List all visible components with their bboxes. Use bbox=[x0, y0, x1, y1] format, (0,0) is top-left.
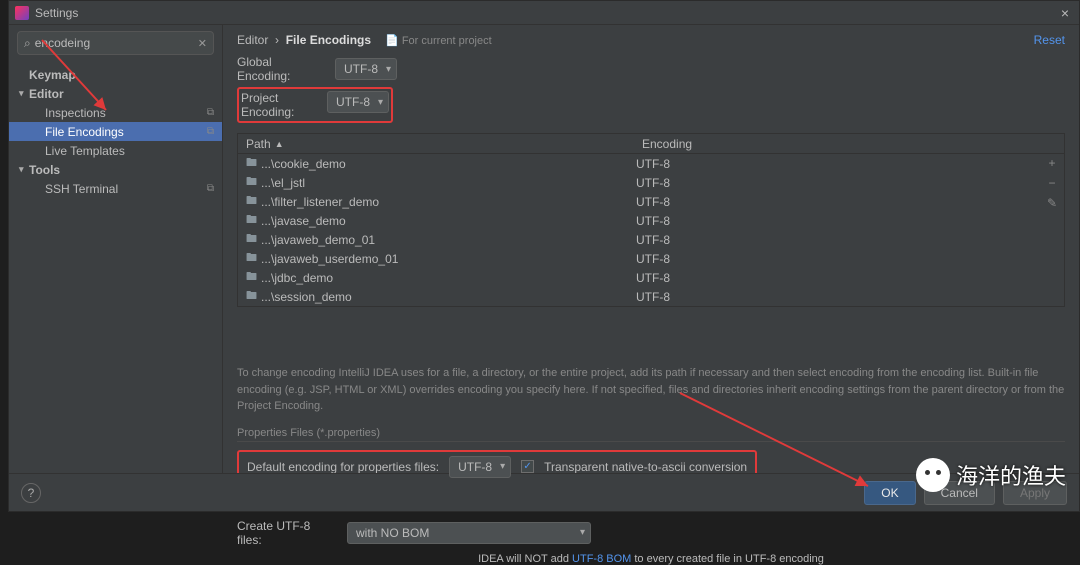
app-icon bbox=[15, 6, 29, 20]
add-icon[interactable]: + bbox=[1048, 156, 1055, 170]
search-input[interactable] bbox=[35, 36, 198, 50]
sort-asc-icon: ▲ bbox=[275, 139, 284, 149]
folder-icon: 🖿 bbox=[246, 173, 257, 192]
table-row[interactable]: 🖿...\javaweb_demo_01UTF-8 bbox=[238, 230, 1040, 249]
wechat-icon bbox=[916, 458, 950, 492]
properties-section-title: Properties Files (*.properties) bbox=[237, 427, 1065, 442]
search-box[interactable]: ⌕ ✕ bbox=[17, 31, 214, 55]
transparent-ascii-checkbox[interactable]: ✓ bbox=[521, 460, 534, 473]
col-path[interactable]: Path ▲ bbox=[238, 137, 634, 151]
help-button[interactable]: ? bbox=[21, 483, 41, 503]
edit-icon[interactable]: ✎ bbox=[1047, 196, 1057, 210]
project-encoding-highlight: Project Encoding: UTF-8 bbox=[237, 87, 393, 123]
table-toolbar: + − ✎ bbox=[1040, 154, 1064, 306]
remove-icon[interactable]: − bbox=[1048, 176, 1055, 190]
prop-encoding-combo[interactable]: UTF-8 bbox=[449, 456, 511, 478]
sidebar-item-live-templates[interactable]: Live Templates bbox=[9, 141, 222, 160]
folder-icon: 🖿 bbox=[246, 230, 257, 249]
dialog-title: Settings bbox=[35, 6, 78, 20]
col-encoding[interactable]: Encoding bbox=[634, 137, 1040, 151]
folder-icon: 🖿 bbox=[246, 268, 257, 287]
bom-combo[interactable]: with NO BOM bbox=[347, 522, 591, 544]
table-row[interactable]: 🖿...\jdbc_demoUTF-8 bbox=[238, 268, 1040, 287]
search-icon: ⌕ bbox=[24, 36, 31, 51]
table-row[interactable]: 🖿...\javase_demoUTF-8 bbox=[238, 211, 1040, 230]
close-icon[interactable]: × bbox=[1057, 5, 1073, 21]
table-row[interactable]: 🖿...\javaweb_userdemo_01UTF-8 bbox=[238, 249, 1040, 268]
sidebar-item-inspections[interactable]: Inspections⧉ bbox=[9, 103, 222, 122]
reset-link[interactable]: Reset bbox=[1034, 33, 1065, 47]
table-row[interactable]: 🖿...\filter_listener_demoUTF-8 bbox=[238, 192, 1040, 211]
table-row[interactable]: 🖿...\el_jstlUTF-8 bbox=[238, 173, 1040, 192]
watermark: 海洋的渔夫 bbox=[916, 458, 1066, 492]
bom-label: Create UTF-8 files: bbox=[237, 519, 337, 547]
sidebar-item-keymap[interactable]: Keymap bbox=[9, 65, 222, 84]
global-encoding-combo[interactable]: UTF-8 bbox=[335, 58, 397, 80]
settings-dialog: Settings × ⌕ ✕ Keymap▾EditorInspections⧉… bbox=[8, 0, 1080, 512]
encoding-table: Path ▲ Encoding 🖿...\cookie_demoUTF-8🖿..… bbox=[237, 133, 1065, 307]
sidebar-item-tools[interactable]: ▾Tools bbox=[9, 160, 222, 179]
breadcrumb: Editor › File Encodings bbox=[237, 33, 371, 47]
content-panel: Editor › File Encodings 📄 For current pr… bbox=[223, 25, 1079, 473]
prop-encoding-label: Default encoding for properties files: bbox=[247, 460, 439, 474]
sidebar-item-file-encodings[interactable]: File Encodings⧉ bbox=[9, 122, 222, 141]
project-icon: ⧉ bbox=[207, 183, 214, 194]
folder-icon: 🖿 bbox=[246, 154, 257, 173]
table-row[interactable]: 🖿...\session_demoUTF-8 bbox=[238, 287, 1040, 306]
global-encoding-label: Global Encoding: bbox=[237, 55, 327, 83]
transparent-ascii-label: Transparent native-to-ascii conversion bbox=[544, 460, 747, 474]
sidebar: ⌕ ✕ Keymap▾EditorInspections⧉File Encodi… bbox=[9, 25, 223, 473]
titlebar: Settings × bbox=[9, 1, 1079, 25]
folder-icon: 🖿 bbox=[246, 211, 257, 230]
ok-button[interactable]: OK bbox=[864, 481, 915, 505]
settings-tree: Keymap▾EditorInspections⧉File Encodings⧉… bbox=[9, 61, 222, 473]
sidebar-item-editor[interactable]: ▾Editor bbox=[9, 84, 222, 103]
utf8-bom-link[interactable]: UTF-8 BOM bbox=[572, 553, 631, 565]
folder-icon: 🖿 bbox=[246, 192, 257, 211]
help-text: To change encoding IntelliJ IDEA uses fo… bbox=[237, 365, 1065, 415]
project-icon: ⧉ bbox=[207, 126, 214, 137]
table-row[interactable]: 🖿...\cookie_demoUTF-8 bbox=[238, 154, 1040, 173]
for-current-project: 📄 For current project bbox=[385, 34, 492, 47]
bom-note: IDEA will NOT add UTF-8 BOM to every cre… bbox=[237, 553, 1065, 565]
folder-icon: 🖿 bbox=[246, 287, 257, 306]
project-icon: ⧉ bbox=[207, 107, 214, 118]
clear-search-icon[interactable]: ✕ bbox=[198, 37, 207, 50]
project-encoding-label: Project Encoding: bbox=[241, 91, 327, 119]
sidebar-item-ssh-terminal[interactable]: SSH Terminal⧉ bbox=[9, 179, 222, 198]
project-encoding-combo[interactable]: UTF-8 bbox=[327, 91, 389, 113]
folder-icon: 🖿 bbox=[246, 249, 257, 268]
